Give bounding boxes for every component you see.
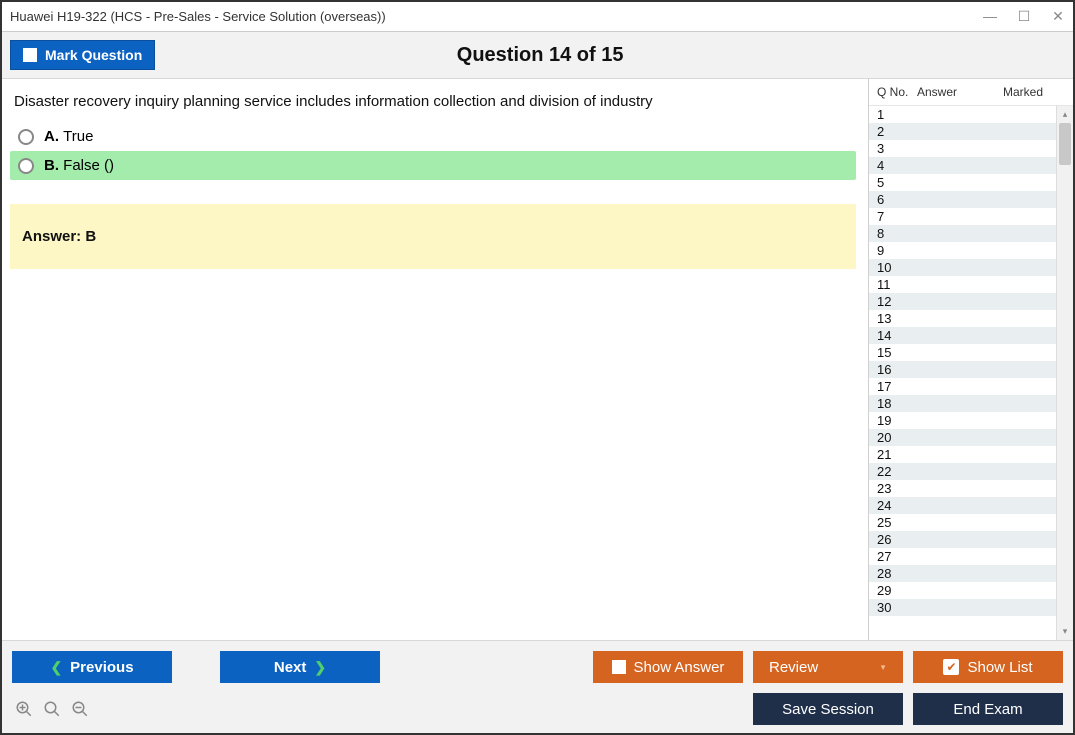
- footer-row-2: Save Session End Exam: [12, 693, 1063, 725]
- question-text: Disaster recovery inquiry planning servi…: [10, 89, 868, 122]
- minimize-icon[interactable]: —: [983, 8, 997, 25]
- list-item[interactable]: 24: [869, 497, 1056, 514]
- question-list: 1234567891011121314151617181920212223242…: [869, 106, 1056, 640]
- list-item[interactable]: 25: [869, 514, 1056, 531]
- option-label: B. False (): [44, 157, 114, 174]
- list-item[interactable]: 29: [869, 582, 1056, 599]
- list-item[interactable]: 14: [869, 327, 1056, 344]
- question-list-body: 1234567891011121314151617181920212223242…: [869, 106, 1073, 640]
- save-session-label: Save Session: [782, 701, 874, 718]
- review-label: Review: [769, 659, 818, 676]
- list-item[interactable]: 17: [869, 378, 1056, 395]
- previous-button[interactable]: ❮ Previous: [12, 651, 172, 683]
- title-bar: Huawei H19-322 (HCS - Pre-Sales - Servic…: [2, 2, 1073, 32]
- list-item[interactable]: 7: [869, 208, 1056, 225]
- radio-icon[interactable]: [18, 129, 34, 145]
- footer: ❮ Previous Next ❯ Show Answer Review ▼ ✔…: [2, 640, 1073, 733]
- show-list-button[interactable]: ✔ Show List: [913, 651, 1063, 683]
- previous-label: Previous: [70, 659, 133, 676]
- scroll-down-icon[interactable]: ▾: [1057, 623, 1073, 640]
- checkbox-checked-icon: ✔: [943, 659, 959, 675]
- scroll-track[interactable]: [1057, 123, 1073, 623]
- question-pane: Disaster recovery inquiry planning servi…: [2, 79, 868, 640]
- list-item[interactable]: 23: [869, 480, 1056, 497]
- list-item[interactable]: 13: [869, 310, 1056, 327]
- end-exam-label: End Exam: [953, 701, 1022, 718]
- list-item[interactable]: 12: [869, 293, 1056, 310]
- zoom-reset-icon[interactable]: [42, 699, 62, 719]
- end-exam-button[interactable]: End Exam: [913, 693, 1063, 725]
- save-session-button[interactable]: Save Session: [753, 693, 903, 725]
- next-label: Next: [274, 659, 307, 676]
- body-area: Disaster recovery inquiry planning servi…: [2, 79, 1073, 640]
- list-item[interactable]: 4: [869, 157, 1056, 174]
- zoom-out-icon[interactable]: [70, 699, 90, 719]
- list-item[interactable]: 26: [869, 531, 1056, 548]
- list-item[interactable]: 15: [869, 344, 1056, 361]
- list-item[interactable]: 27: [869, 548, 1056, 565]
- maximize-icon[interactable]: ☐: [1017, 8, 1031, 25]
- list-item[interactable]: 10: [869, 259, 1056, 276]
- list-item[interactable]: 30: [869, 599, 1056, 616]
- header-bar: Mark Question Question 14 of 15: [2, 32, 1073, 79]
- list-item[interactable]: 20: [869, 429, 1056, 446]
- col-answer: Answer: [917, 85, 977, 99]
- window-title: Huawei H19-322 (HCS - Pre-Sales - Servic…: [10, 9, 983, 24]
- option-row[interactable]: B. False (): [10, 151, 856, 180]
- footer-row-1: ❮ Previous Next ❯ Show Answer Review ▼ ✔…: [12, 651, 1063, 683]
- col-qno: Q No.: [877, 85, 917, 99]
- list-item[interactable]: 18: [869, 395, 1056, 412]
- col-marked: Marked: [977, 85, 1069, 99]
- answer-panel: Answer: B: [10, 204, 856, 269]
- scroll-up-icon[interactable]: ▴: [1057, 106, 1073, 123]
- question-counter: Question 14 of 15: [155, 44, 925, 67]
- show-answer-label: Show Answer: [634, 659, 725, 676]
- window-controls: — ☐ ✕: [983, 8, 1065, 25]
- mark-question-label: Mark Question: [45, 47, 142, 63]
- next-button[interactable]: Next ❯: [220, 651, 380, 683]
- list-item[interactable]: 11: [869, 276, 1056, 293]
- list-item[interactable]: 16: [869, 361, 1056, 378]
- list-item[interactable]: 22: [869, 463, 1056, 480]
- chevron-left-icon: ❮: [50, 659, 62, 676]
- question-list-panel: Q No. Answer Marked 12345678910111213141…: [868, 79, 1073, 640]
- options-list: A. True B. False (): [10, 122, 868, 180]
- scrollbar[interactable]: ▴ ▾: [1056, 106, 1073, 640]
- zoom-in-icon[interactable]: [14, 699, 34, 719]
- scroll-thumb[interactable]: [1059, 123, 1071, 165]
- list-item[interactable]: 9: [869, 242, 1056, 259]
- list-item[interactable]: 3: [869, 140, 1056, 157]
- list-item[interactable]: 28: [869, 565, 1056, 582]
- checkbox-icon: [23, 48, 37, 62]
- chevron-right-icon: ❯: [314, 659, 326, 676]
- close-icon[interactable]: ✕: [1051, 8, 1065, 25]
- zoom-controls: [12, 699, 90, 719]
- checkbox-icon: [612, 660, 626, 674]
- chevron-down-icon: ▼: [879, 663, 887, 672]
- list-item[interactable]: 8: [869, 225, 1056, 242]
- list-item[interactable]: 5: [869, 174, 1056, 191]
- review-dropdown[interactable]: Review ▼: [753, 651, 903, 683]
- list-item[interactable]: 21: [869, 446, 1056, 463]
- option-label: A. True: [44, 128, 93, 145]
- question-list-header: Q No. Answer Marked: [869, 79, 1073, 106]
- list-item[interactable]: 1: [869, 106, 1056, 123]
- show-answer-button[interactable]: Show Answer: [593, 651, 743, 683]
- list-item[interactable]: 2: [869, 123, 1056, 140]
- list-item[interactable]: 6: [869, 191, 1056, 208]
- mark-question-button[interactable]: Mark Question: [10, 40, 155, 70]
- option-row[interactable]: A. True: [10, 122, 856, 151]
- answer-label: Answer: B: [22, 228, 96, 245]
- list-item[interactable]: 19: [869, 412, 1056, 429]
- show-list-label: Show List: [967, 659, 1032, 676]
- app-window: Huawei H19-322 (HCS - Pre-Sales - Servic…: [0, 0, 1075, 735]
- radio-icon[interactable]: [18, 158, 34, 174]
